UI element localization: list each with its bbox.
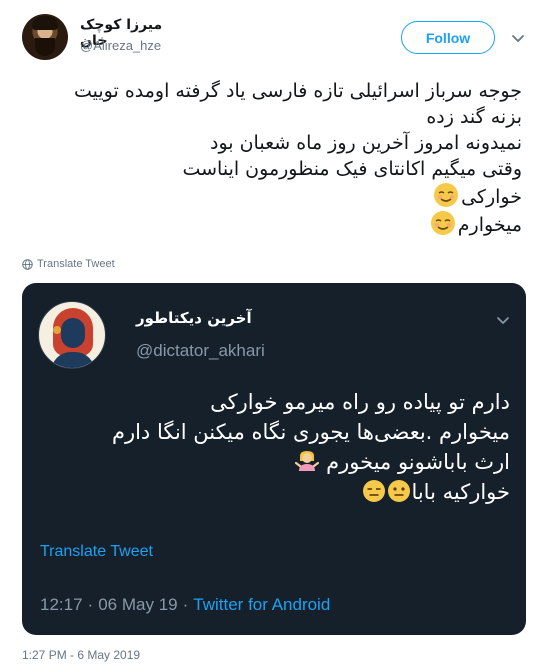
quoted-source-link[interactable]: Twitter for Android bbox=[193, 595, 330, 614]
quoted-author-avatar[interactable] bbox=[38, 301, 106, 369]
avatar-shoulder bbox=[51, 352, 95, 368]
follow-button[interactable]: Follow bbox=[401, 21, 495, 54]
relieved-face-emoji-icon bbox=[434, 183, 459, 207]
neutral-face-emoji-icon bbox=[388, 480, 411, 502]
quoted-author-display-name[interactable]: آخرین دیکتاطور bbox=[136, 309, 276, 327]
relieved-face-emoji-icon bbox=[430, 211, 455, 235]
chevron-down-icon[interactable] bbox=[510, 30, 526, 46]
tweet-timestamp[interactable]: 1:27 PM - 6 May 2019 bbox=[22, 648, 140, 662]
quoted-tweet-card[interactable]: آخرین دیکتاطور @dictator_akhari دارم تو … bbox=[22, 283, 526, 635]
quoted-text-line: دارم تو پیاده رو راه میرمو خوارکی bbox=[210, 390, 510, 414]
woman-shrugging-emoji-icon bbox=[295, 451, 320, 471]
quoted-author-handle[interactable]: @dictator_akhari bbox=[136, 341, 265, 361]
tweet-text-line-with-emoji: میخوارم bbox=[22, 210, 522, 238]
tweet-text-line: نمیدونه امروز آخرین روز ماه شعبان بود bbox=[210, 132, 522, 154]
tweet-text-line: جوجه سرباز اسرائیلی تازه فارسی یاد گرفته… bbox=[74, 80, 522, 102]
quoted-text-words: خوارکیه بابا bbox=[411, 480, 510, 504]
quoted-text-line-with-emoji: ارث باباشونو میخورم bbox=[30, 447, 510, 477]
tweet-text-word: خوارکی bbox=[461, 186, 522, 208]
quoted-time[interactable]: 12:17 bbox=[40, 595, 83, 614]
avatar-beard bbox=[35, 38, 55, 56]
tweet-text-line-with-emoji: خوارکی bbox=[22, 182, 522, 210]
quoted-translate-tweet-link[interactable]: Translate Tweet bbox=[40, 543, 153, 561]
tweet-text-line: بزنه گند زده bbox=[426, 106, 522, 128]
meta-separator: · bbox=[182, 595, 189, 614]
globe-icon bbox=[22, 258, 33, 270]
quoted-text-line: میخوارم .بعضی‌ها یجوری نگاه میکنن انگا د… bbox=[111, 420, 510, 444]
translate-tweet-label[interactable]: Translate Tweet bbox=[37, 258, 115, 270]
tweet-text: جوجه سرباز اسرائیلی تازه فارسی یاد گرفته… bbox=[22, 78, 522, 238]
quoted-tweet-text: دارم تو پیاده رو راه میرمو خوارکی میخوار… bbox=[30, 387, 510, 507]
quoted-tweet-meta: 12:17 · 06 May 19 · Twitter for Android bbox=[40, 595, 330, 615]
avatar-flower bbox=[53, 326, 61, 334]
avatar-face bbox=[61, 318, 85, 348]
tweet: میرزا کوچک خان @Alireza_hze Follow جوجه … bbox=[0, 0, 550, 664]
author-avatar[interactable] bbox=[22, 14, 68, 60]
quoted-date[interactable]: 06 May 19 bbox=[98, 595, 177, 614]
translate-tweet-link[interactable]: Translate Tweet bbox=[22, 258, 115, 270]
quoted-text-words: ارث باباشونو میخورم bbox=[326, 450, 510, 474]
author-handle[interactable]: @Alireza_hze bbox=[80, 38, 161, 53]
meta-separator: · bbox=[87, 595, 94, 614]
chevron-down-icon[interactable] bbox=[496, 313, 510, 327]
quoted-text-line-with-emoji: خوارکیه بابا bbox=[30, 477, 510, 507]
tweet-text-word: میخوارم bbox=[457, 214, 522, 236]
avatar-hat bbox=[32, 16, 58, 30]
expressionless-face-emoji-icon bbox=[363, 480, 386, 502]
tweet-text-line: وقتی میگیم اکانتای فیک منظورمون ایناست bbox=[182, 158, 522, 180]
